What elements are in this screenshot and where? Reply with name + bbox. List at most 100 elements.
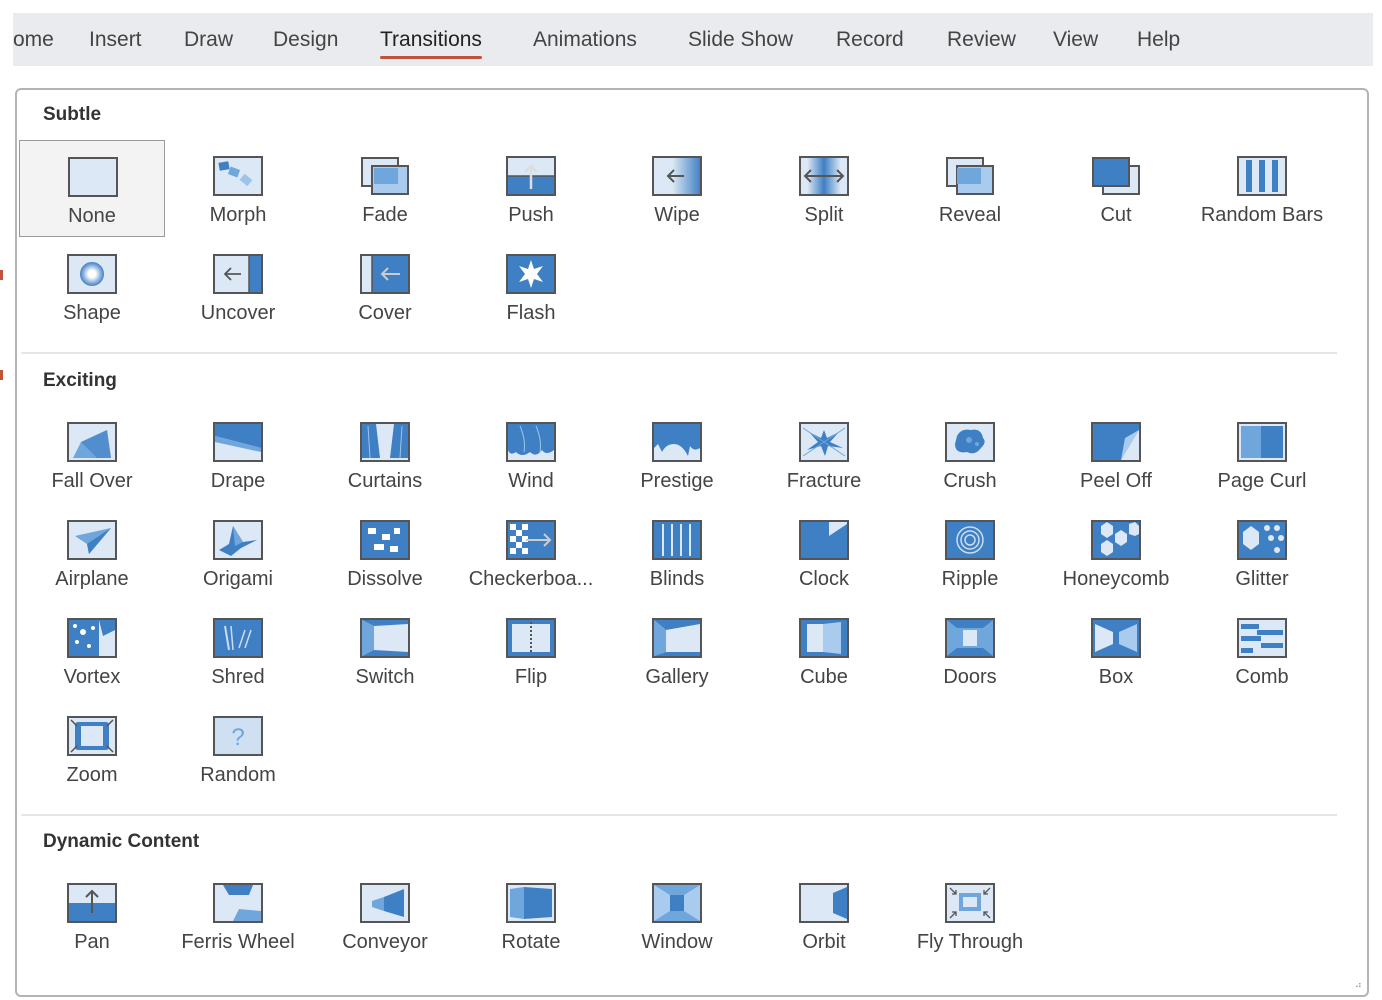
transition-fracture[interactable]: Fracture — [751, 406, 897, 503]
tab-animations[interactable]: Animations — [533, 13, 637, 66]
transition-orbit[interactable]: Orbit — [751, 867, 897, 964]
transition-label: Page Curl — [1217, 470, 1307, 492]
transition-label: Cube — [800, 666, 848, 688]
tab-view[interactable]: View — [1053, 13, 1098, 66]
transition-prestige[interactable]: Prestige — [604, 406, 750, 503]
transition-label: Push — [508, 204, 554, 226]
transition-morph[interactable]: Morph — [165, 140, 311, 237]
transition-vortex[interactable]: Vortex — [19, 602, 165, 699]
transition-label: Shape — [63, 302, 121, 324]
orbit-icon — [799, 883, 849, 923]
transition-doors[interactable]: Doors — [897, 602, 1043, 699]
dissolve-icon — [360, 520, 410, 560]
transition-label: Wipe — [654, 204, 700, 226]
transition-wind[interactable]: Wind — [458, 406, 604, 503]
transition-checkerboard[interactable]: Checkerboa... — [458, 504, 604, 601]
transition-zoom[interactable]: Zoom — [19, 700, 165, 797]
transition-uncover[interactable]: Uncover — [165, 238, 311, 335]
transition-cut[interactable]: Cut — [1043, 140, 1189, 237]
origami-icon — [213, 520, 263, 560]
transition-fly-through[interactable]: Fly Through — [897, 867, 1043, 964]
prestige-icon — [652, 422, 702, 462]
transition-switch[interactable]: Switch — [312, 602, 458, 699]
transition-flip[interactable]: Flip — [458, 602, 604, 699]
section-title-dynamic-content: Dynamic Content — [43, 831, 200, 852]
airplane-icon — [67, 520, 117, 560]
fall-over-icon — [67, 422, 117, 462]
transition-crush[interactable]: Crush — [897, 406, 1043, 503]
transition-ripple[interactable]: Ripple — [897, 504, 1043, 601]
transition-push[interactable]: Push — [458, 140, 604, 237]
transition-label: Split — [804, 204, 844, 226]
transition-conveyor[interactable]: Conveyor — [312, 867, 458, 964]
transition-ferris-wheel[interactable]: Ferris Wheel — [165, 867, 311, 964]
transition-cover[interactable]: Cover — [312, 238, 458, 335]
random-bars-icon — [1237, 156, 1287, 196]
transition-label: Uncover — [200, 302, 276, 324]
transition-clock[interactable]: Clock — [751, 504, 897, 601]
transition-label: Glitter — [1235, 568, 1289, 590]
cube-icon — [799, 618, 849, 658]
transition-gallery[interactable]: Gallery — [604, 602, 750, 699]
transition-shred[interactable]: Shred — [165, 602, 311, 699]
transition-airplane[interactable]: Airplane — [19, 504, 165, 601]
transition-drape[interactable]: Drape — [165, 406, 311, 503]
transition-label: Fall Over — [51, 470, 133, 492]
cut-icon — [1091, 156, 1141, 196]
transition-none[interactable]: None — [19, 140, 165, 237]
transition-honeycomb[interactable]: Honeycomb — [1043, 504, 1189, 601]
tab-slide-show[interactable]: Slide Show — [688, 13, 793, 66]
transition-label: Fly Through — [916, 931, 1024, 953]
transition-random[interactable]: ? Random — [165, 700, 311, 797]
tab-insert[interactable]: Insert — [89, 13, 142, 66]
transition-curtains[interactable]: Curtains — [312, 406, 458, 503]
transition-origami[interactable]: Origami — [165, 504, 311, 601]
peel-off-icon — [1091, 422, 1141, 462]
transition-wipe[interactable]: Wipe — [604, 140, 750, 237]
transition-label: Comb — [1235, 666, 1289, 688]
section-divider — [21, 352, 1337, 354]
resize-grip-icon[interactable]: ⠴ — [1355, 980, 1362, 991]
transition-label: Conveyor — [342, 931, 428, 953]
tab-draw[interactable]: Draw — [184, 13, 233, 66]
glitter-icon — [1237, 520, 1287, 560]
transition-blinds[interactable]: Blinds — [604, 504, 750, 601]
tab-review[interactable]: Review — [947, 13, 1016, 66]
transition-fall-over[interactable]: Fall Over — [19, 406, 165, 503]
transition-pan[interactable]: Pan — [19, 867, 165, 964]
transition-label: Prestige — [640, 470, 714, 492]
transition-rotate[interactable]: Rotate — [458, 867, 604, 964]
transition-comb[interactable]: Comb — [1189, 602, 1335, 699]
transition-random-bars[interactable]: Random Bars — [1189, 140, 1335, 237]
tab-home[interactable]: ome — [13, 13, 54, 66]
random-icon: ? — [213, 716, 263, 756]
tab-record[interactable]: Record — [836, 13, 904, 66]
transition-label: Ripple — [941, 568, 999, 590]
transition-cube[interactable]: Cube — [751, 602, 897, 699]
transition-page-curl[interactable]: Page Curl — [1189, 406, 1335, 503]
transition-reveal[interactable]: Reveal — [897, 140, 1043, 237]
ripple-icon — [945, 520, 995, 560]
transition-window[interactable]: Window — [604, 867, 750, 964]
tab-help[interactable]: Help — [1137, 13, 1180, 66]
transition-glitter[interactable]: Glitter — [1189, 504, 1335, 601]
tab-design[interactable]: Design — [273, 13, 338, 66]
transition-flash[interactable]: Flash — [458, 238, 604, 335]
transition-fade[interactable]: Fade — [312, 140, 458, 237]
edge-marker — [0, 270, 3, 280]
shape-icon — [67, 254, 117, 294]
transition-peel-off[interactable]: Peel Off — [1043, 406, 1189, 503]
section-divider — [21, 814, 1337, 816]
transition-label: Reveal — [938, 204, 1002, 226]
transition-label: None — [68, 205, 116, 227]
transition-label: Peel Off — [1080, 470, 1152, 492]
fade-icon — [360, 156, 410, 196]
page-curl-icon — [1237, 422, 1287, 462]
transition-split[interactable]: Split — [751, 140, 897, 237]
transition-label: Checkerboa... — [468, 568, 594, 590]
transition-box[interactable]: Box — [1043, 602, 1189, 699]
transition-dissolve[interactable]: Dissolve — [312, 504, 458, 601]
tab-transitions[interactable]: Transitions — [380, 13, 482, 66]
transition-shape[interactable]: Shape — [19, 238, 165, 335]
transition-label: Cut — [1100, 204, 1132, 226]
